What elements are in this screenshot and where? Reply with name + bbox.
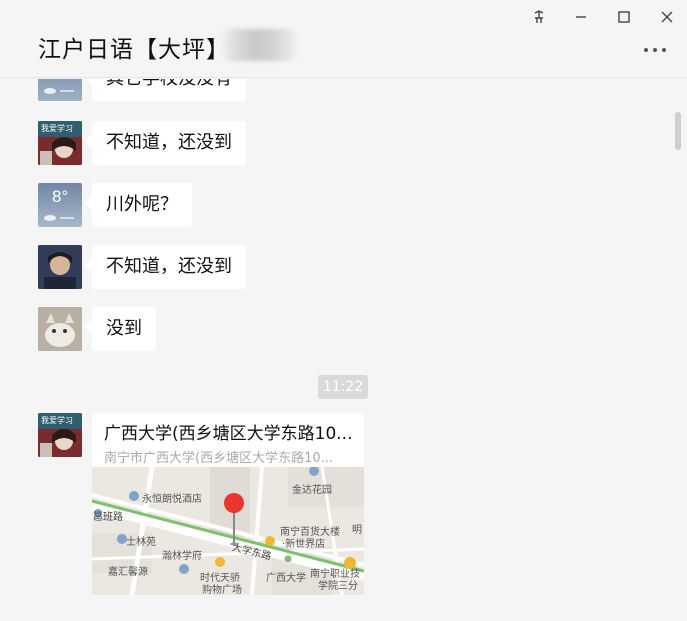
message-bubble[interactable]: 不知道，还没到 — [92, 245, 246, 289]
message-bubble[interactable]: 川外呢？ — [92, 183, 192, 227]
minimize-icon — [576, 16, 586, 18]
weather-avatar[interactable]: 8° — [38, 183, 82, 227]
map-label: 邕班路 — [93, 512, 123, 523]
map-label: ·新世界店 — [282, 539, 326, 550]
redacted-title-suffix — [222, 29, 296, 61]
weather-avatar[interactable] — [38, 79, 82, 101]
map-label: 士林苑 — [126, 537, 156, 548]
person-avatar-image — [38, 245, 82, 289]
location-address: 南宁市广西大学(西乡塘区大学东路10... — [104, 451, 334, 466]
message-bubble[interactable]: 没到 — [92, 307, 156, 351]
maximize-button[interactable] — [611, 4, 637, 30]
cat-avatar[interactable] — [38, 307, 82, 351]
map-label: 购物广场 — [202, 585, 242, 595]
minimize-button[interactable] — [568, 4, 594, 30]
message-bubble[interactable]: 其它学校没没有 — [92, 79, 246, 101]
chat-window: 江户日语【大坪】 我爱学习 不知道，还没到 8° 川外呢？ 不知道，还没到 没到… — [0, 0, 687, 621]
scrollbar-thumb[interactable] — [675, 112, 681, 150]
map-label: 嘉汇馨源 — [108, 567, 148, 578]
more-options-button[interactable] — [640, 38, 670, 62]
cloud-icon — [44, 215, 74, 221]
location-card[interactable]: 广西大学(西乡塘区大学东路10... 南宁市广西大学(西乡塘区大学东路10... — [92, 413, 364, 595]
pin-icon — [534, 10, 544, 23]
chat-title: 江户日语【大坪】 — [38, 37, 230, 63]
map-label: 广西大学 — [266, 573, 306, 584]
location-map[interactable]: 永恒朗悦酒店 金达花园 邕班路 士林苑 瀚林学府 嘉汇馨源 时代天骄 购物广场 … — [92, 467, 364, 595]
map-label: 永恒朗悦酒店 — [142, 494, 202, 505]
avatar-caption: 我爱学习 — [41, 416, 73, 425]
close-icon — [661, 11, 673, 23]
map-label: 瀚林学府 — [162, 551, 202, 562]
title-bar: 江户日语【大坪】 — [0, 0, 687, 78]
study-avatar[interactable]: 我爱学习 — [38, 121, 82, 165]
map-label: 明 — [352, 525, 362, 536]
location-title: 广西大学(西乡塘区大学东路10... — [104, 424, 353, 444]
close-button[interactable] — [654, 4, 680, 30]
more-icon — [644, 48, 666, 52]
message-bubble[interactable]: 不知道，还没到 — [92, 121, 246, 165]
message-list[interactable]: 其它学校没没有 我爱学习 不知道，还没到 8° 川外呢？ — [0, 79, 687, 621]
map-label: 金达花园 — [292, 485, 332, 496]
study-avatar[interactable]: 我爱学习 — [38, 413, 82, 457]
map-label: 学院三分 — [318, 581, 358, 592]
cloud-icon — [44, 88, 74, 94]
maximize-icon — [618, 11, 630, 23]
avatar-caption: 我爱学习 — [41, 124, 73, 133]
message-timestamp: 11:22 — [318, 375, 368, 399]
person-avatar[interactable] — [38, 245, 82, 289]
pin-button[interactable] — [526, 4, 552, 30]
cat-avatar-image — [38, 307, 82, 351]
